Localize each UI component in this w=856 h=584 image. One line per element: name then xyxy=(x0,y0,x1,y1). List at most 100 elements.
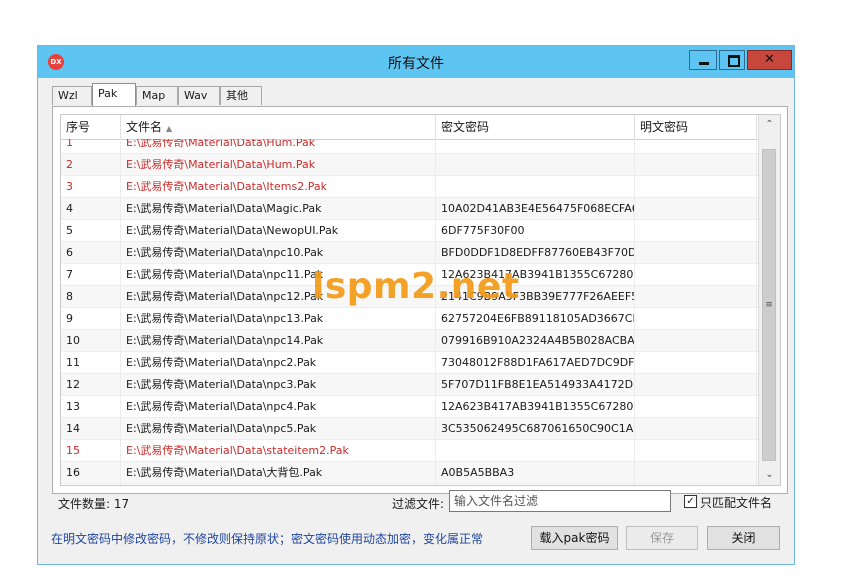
tab-wav[interactable]: Wav xyxy=(178,86,220,105)
table-row[interactable]: 4 E:\武易传奇\Material\Data\Magic.Pak 10A02D41… xyxy=(61,198,758,220)
table-row[interactable]: 1 E:\武易传奇\Material\Data\Hum.Pak xyxy=(61,139,758,154)
cell-plain[interactable] xyxy=(635,176,757,197)
cell-cipher xyxy=(436,440,635,461)
table-row[interactable]: 5 E:\武易传奇\Material\Data\NewopUI.Pak 6DF775… xyxy=(61,220,758,242)
cell-filename: E:\武易传奇\Material\Data\npc4.Pak xyxy=(121,396,436,417)
save-button[interactable]: 保存 xyxy=(626,526,698,550)
table-row[interactable]: 9 E:\武易传奇\Material\Data\npc13.Pak 62757204… xyxy=(61,308,758,330)
match-filename-label: 只匹配文件名 xyxy=(700,496,773,510)
cell-filename: E:\武易传奇\Material\Data\npc2.Pak xyxy=(121,352,436,373)
vertical-scrollbar[interactable]: ⌃ ≡ ⌄ xyxy=(758,115,780,485)
filter-label: 过滤文件: xyxy=(392,497,445,511)
table-row[interactable]: 15 E:\武易传奇\Material\Data\stateitem2.Pak xyxy=(61,440,758,462)
table-row[interactable]: 16 E:\武易传奇\Material\Data\大背包.Pak A0B5A5BBA… xyxy=(61,462,758,484)
cell-plain[interactable] xyxy=(635,264,757,285)
tab-wzl[interactable]: Wzl xyxy=(52,86,92,105)
table-row[interactable]: 10 E:\武易传奇\Material\Data\npc14.Pak 079916B… xyxy=(61,330,758,352)
table-row[interactable]: 13 E:\武易传奇\Material\Data\npc4.Pak 12A623B4… xyxy=(61,396,758,418)
tab-map[interactable]: Map xyxy=(136,86,178,105)
cell-cipher: 079916B910A2324A4B5B028ACBA2... xyxy=(436,330,635,351)
checkbox-checked-icon[interactable]: ✓ xyxy=(684,495,697,508)
table-row[interactable]: 6 E:\武易传奇\Material\Data\npc10.Pak BFD0DDF1… xyxy=(61,242,758,264)
maximize-icon xyxy=(728,55,740,67)
cell-filename: E:\武易传奇\Material\Data\stateitem2.Pak xyxy=(121,440,436,461)
scrollbar-thumb[interactable]: ≡ xyxy=(762,149,776,461)
cell-filename: E:\武易传奇\Material\Data\Items2.Pak xyxy=(121,176,436,197)
filter-input[interactable] xyxy=(449,490,671,512)
cell-no: 3 xyxy=(61,176,121,197)
cell-plain[interactable] xyxy=(635,154,757,175)
cell-cipher: 10A02D41AB3E4E56475F068ECFA6... xyxy=(436,198,635,219)
maximize-button[interactable] xyxy=(719,50,745,70)
cell-cipher: 3C535062495C687061650C90C1A8... xyxy=(436,418,635,439)
table-body: 1 E:\武易传奇\Material\Data\Hum.Pak 2 E:\武易传奇\M… xyxy=(61,139,758,485)
cell-plain[interactable] xyxy=(635,330,757,351)
cell-cipher: 5F707D11FB8E1EA514933A4172DB... xyxy=(436,374,635,395)
column-header-plain[interactable]: 明文密码 xyxy=(635,115,757,139)
scroll-down-icon[interactable]: ⌄ xyxy=(760,466,779,483)
column-header-cipher[interactable]: 密文密码 xyxy=(436,115,635,139)
cell-no: 11 xyxy=(61,352,121,373)
file-count: 文件数量: 17 xyxy=(58,497,130,511)
cell-plain[interactable] xyxy=(635,418,757,439)
cell-plain[interactable] xyxy=(635,308,757,329)
cell-filename: E:\武易传奇\Material\Data\大背包.Pak xyxy=(121,462,436,483)
cell-no: 12 xyxy=(61,374,121,395)
tab-other[interactable]: 其他 xyxy=(220,86,262,105)
cell-cipher: C0F5FDD4DCD5A4A084 xyxy=(436,484,635,485)
cell-plain[interactable] xyxy=(635,242,757,263)
cell-filename: E:\武易传奇\Material\Data\npc3.Pak xyxy=(121,374,436,395)
cell-filename: E:\武易传奇\Material\Data\npc5.Pak xyxy=(121,418,436,439)
cell-filename: E:\武易传奇\Material\Data\NewopUI.Pak xyxy=(121,220,436,241)
cell-no: 8 xyxy=(61,286,121,307)
cell-cipher: 12A623B417AB3941B1355C672801... xyxy=(436,396,635,417)
table-row[interactable]: 3 E:\武易传奇\Material\Data\Items2.Pak xyxy=(61,176,758,198)
cell-no: 1 xyxy=(61,139,121,153)
grip-icon: ≡ xyxy=(765,300,773,310)
cell-filename: E:\武易传奇\Material\Data\Magic.Pak xyxy=(121,198,436,219)
cell-filename: E:\武易传奇\Material\Data\素材.Pak xyxy=(121,484,436,485)
cell-cipher: 73048012F88D1FA617AED7DC9DF4... xyxy=(436,352,635,373)
minimize-icon xyxy=(699,62,709,65)
cell-plain[interactable] xyxy=(635,440,757,461)
cell-cipher: BFD0DDF1D8EDFF87760EB43F70D9... xyxy=(436,242,635,263)
minimize-button[interactable] xyxy=(689,50,717,70)
cell-cipher xyxy=(436,176,635,197)
cell-plain[interactable] xyxy=(635,396,757,417)
table-row[interactable]: 2 E:\武易传奇\Material\Data\Hum.Pak xyxy=(61,154,758,176)
cell-no: 2 xyxy=(61,154,121,175)
cell-plain[interactable] xyxy=(635,198,757,219)
table-row[interactable]: 11 E:\武易传奇\Material\Data\npc2.Pak 73048012… xyxy=(61,352,758,374)
column-header-filename-label: 文件名 xyxy=(126,120,163,134)
cell-plain[interactable] xyxy=(635,352,757,373)
load-pak-password-button[interactable]: 载入pak密码 xyxy=(531,526,618,550)
close-window-button[interactable]: ✕ xyxy=(747,50,792,70)
cell-no: 6 xyxy=(61,242,121,263)
title-bar[interactable]: DX 所有文件 ✕ xyxy=(38,46,794,78)
cell-plain[interactable] xyxy=(635,220,757,241)
table-row[interactable]: 12 E:\武易传奇\Material\Data\npc3.Pak 5F707D11… xyxy=(61,374,758,396)
cell-no: 9 xyxy=(61,308,121,329)
cell-plain[interactable] xyxy=(635,462,757,483)
cell-no: 4 xyxy=(61,198,121,219)
cell-cipher: 6DF775F30F00 xyxy=(436,220,635,241)
close-icon: ✕ xyxy=(764,52,775,67)
cell-plain[interactable] xyxy=(635,484,757,485)
column-header-no[interactable]: 序号 xyxy=(61,115,121,139)
tab-pak[interactable]: Pak xyxy=(92,83,136,106)
cell-plain[interactable] xyxy=(635,139,757,153)
cell-filename: E:\武易传奇\Material\Data\npc13.Pak xyxy=(121,308,436,329)
table-row[interactable]: 17E:\武易传奇\Material\Data\素材.PakC0F5FDD4DC… xyxy=(61,484,758,485)
column-header-filename[interactable]: 文件名 ▲ xyxy=(121,115,436,139)
cell-plain[interactable] xyxy=(635,286,757,307)
scroll-up-icon[interactable]: ⌃ xyxy=(760,116,779,133)
close-button[interactable]: 关闭 xyxy=(707,526,780,550)
cell-no: 10 xyxy=(61,330,121,351)
cell-filename: E:\武易传奇\Material\Data\npc10.Pak xyxy=(121,242,436,263)
cell-filename: E:\武易传奇\Material\Data\Hum.Pak xyxy=(121,139,436,153)
cell-no: 14 xyxy=(61,418,121,439)
table-row[interactable]: 14 E:\武易传奇\Material\Data\npc5.Pak 3C535062… xyxy=(61,418,758,440)
cell-no: 15 xyxy=(61,440,121,461)
cell-cipher xyxy=(436,139,635,153)
cell-plain[interactable] xyxy=(635,374,757,395)
